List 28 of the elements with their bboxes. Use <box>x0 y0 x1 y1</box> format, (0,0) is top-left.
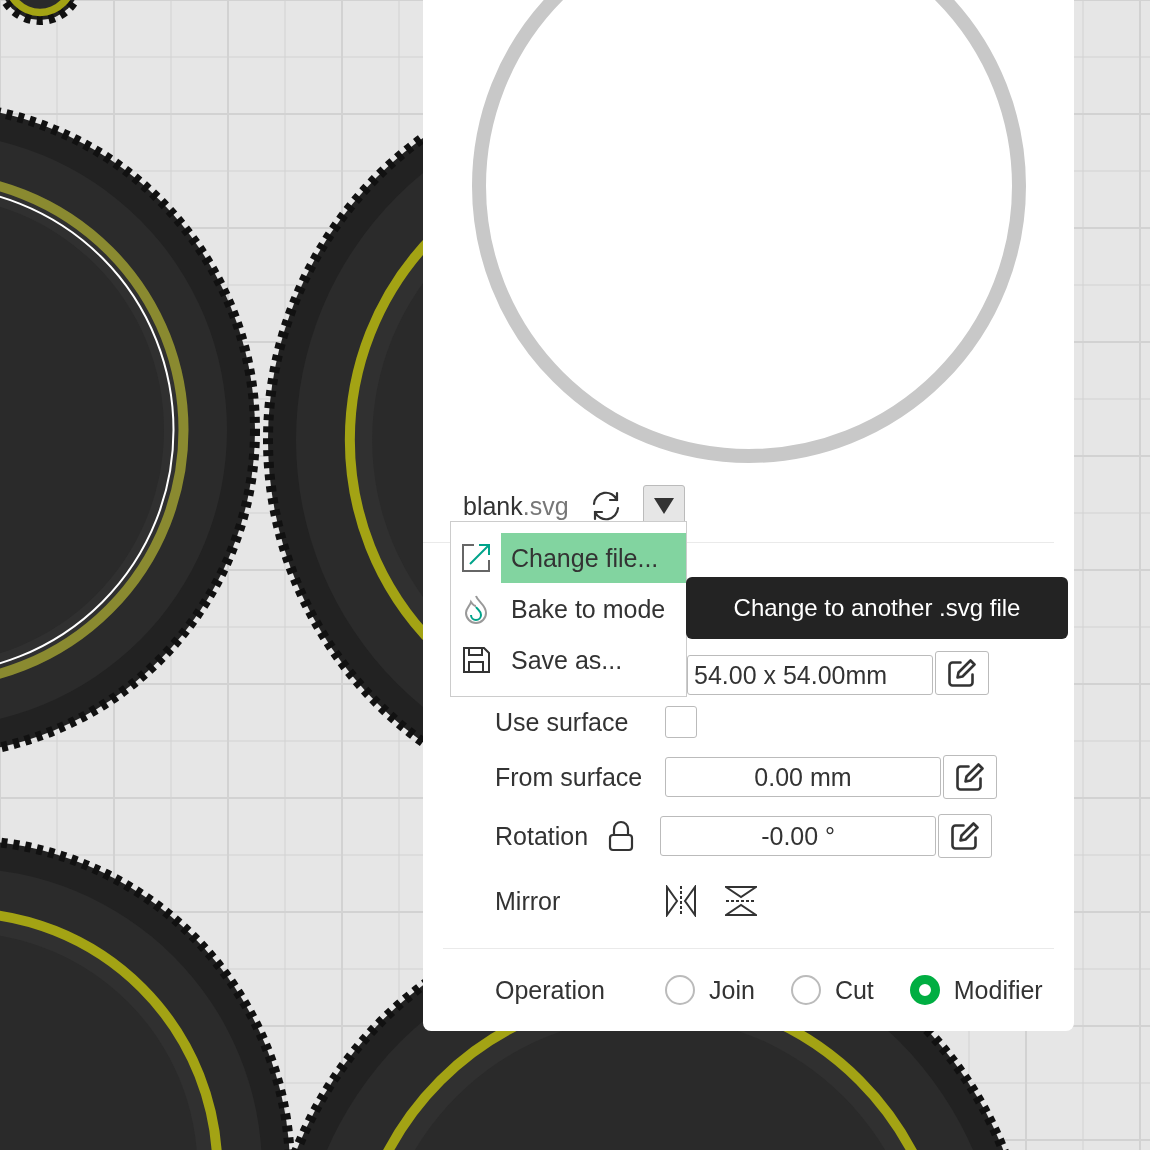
operation-label: Operation <box>495 975 606 1005</box>
lock-icon[interactable] <box>608 820 635 852</box>
edit-icon <box>956 763 984 791</box>
use-surface-checkbox[interactable] <box>665 706 697 738</box>
mirror-vertical-icon[interactable] <box>725 885 757 917</box>
rotation-field[interactable]: -0.00 ° <box>660 816 937 856</box>
triangle-down-icon <box>652 497 675 515</box>
menu-item[interactable]: Change file... <box>501 532 686 583</box>
edit-button[interactable] <box>935 651 989 695</box>
menu-item[interactable]: Save as... <box>501 635 686 686</box>
from-surface-field[interactable]: 0.00 mm <box>665 757 941 797</box>
edit-button[interactable] <box>943 755 997 799</box>
mirror-horizontal-icon[interactable] <box>665 885 697 917</box>
use-surface-label: Use surface <box>495 707 630 737</box>
operation-radio[interactable]: Join <box>665 975 755 1005</box>
edit-button[interactable] <box>938 814 993 858</box>
edit-icon <box>951 822 980 850</box>
operation-radio[interactable]: Cut <box>790 975 874 1005</box>
tooltip: Change to another .svg file <box>686 577 1068 639</box>
from-surface-label: From surface <box>495 762 644 792</box>
mirror-label: Mirror <box>495 886 562 916</box>
menu-item[interactable]: Bake to mode <box>501 584 686 634</box>
edit-icon <box>948 659 976 687</box>
rotation-label: Rotation <box>495 821 589 851</box>
size-field[interactable]: 54.00 x 54.00mm <box>687 655 933 695</box>
operation-radio[interactable]: Modifier <box>909 975 1043 1005</box>
arrow-out-icon <box>460 541 492 574</box>
file-name: blank.svg <box>463 491 569 521</box>
